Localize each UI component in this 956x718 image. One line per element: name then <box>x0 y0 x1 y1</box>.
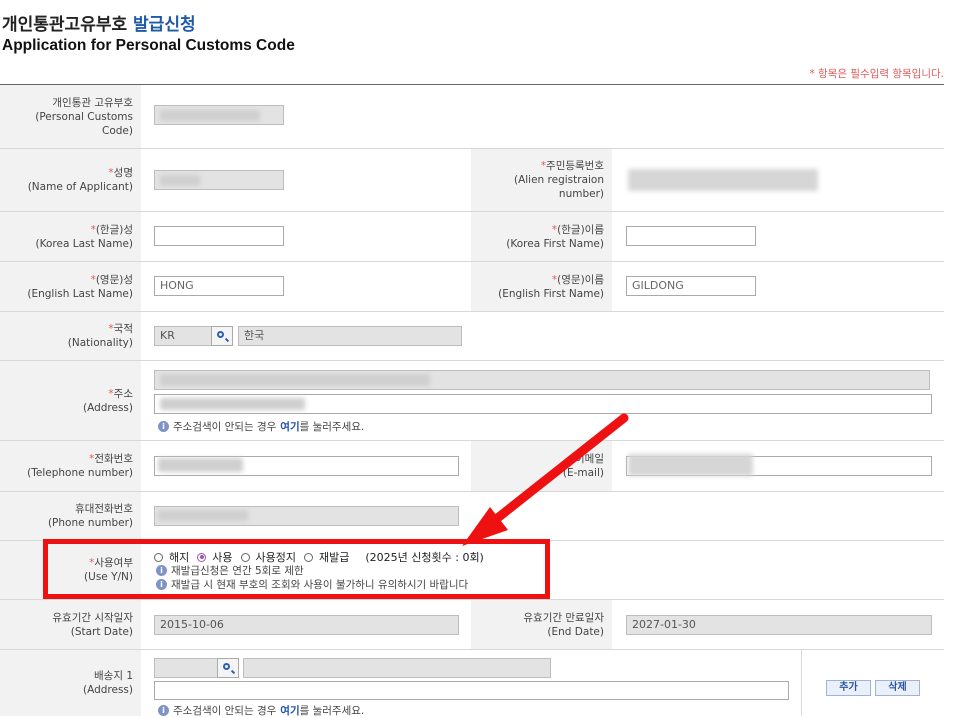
label-en: (Start Date) <box>70 625 133 638</box>
label-ko: 주소 <box>113 387 133 400</box>
row-phone: 휴대전화번호 (Phone number) <box>0 492 944 541</box>
label-korea-first: *(한글)이름 (Korea First Name) <box>471 212 612 261</box>
korea-first-name-input[interactable] <box>626 226 756 246</box>
label-en: (E-mail) <box>562 467 604 479</box>
add-delivery-button[interactable]: 추가 <box>826 680 871 696</box>
row-nationality: *국적 (Nationality) KR 한국 <box>0 312 944 361</box>
label-delivery: 배송지 1 (Address) <box>0 650 141 716</box>
help-text-end: 를 눌러주세요. <box>299 421 365 433</box>
delete-delivery-button[interactable]: 삭제 <box>875 680 920 696</box>
label-ko: (한글)이름 <box>557 223 604 236</box>
help-text: 주소검색이 안되는 경우 <box>173 421 277 433</box>
label-ko: 개인통관 고유부호 <box>52 96 133 109</box>
title-ko-main: 개인통관고유부호 <box>2 15 128 35</box>
nationality-search-button[interactable] <box>211 326 233 346</box>
korea-last-name-input[interactable] <box>154 226 284 246</box>
label-en: (Address) <box>82 401 133 414</box>
redacted-alien-reg <box>628 169 818 191</box>
row-english-name: *(영문)성 (English Last Name) HONG *(영문)이름 (E… <box>0 262 944 312</box>
highlight-box <box>43 539 550 599</box>
info-icon: i <box>158 705 169 716</box>
label-ko: 이메일 <box>575 453 604 465</box>
label-en: (Telephone number) <box>27 467 133 479</box>
label-customs-code: 개인통관 고유부호 (Personal Customs Code) <box>0 85 141 148</box>
row-customs-code: 개인통관 고유부호 (Personal Customs Code) <box>0 85 944 149</box>
redacted-telephone <box>158 458 243 472</box>
redacted-value <box>160 110 260 121</box>
redacted-phone <box>158 510 248 521</box>
row-dates: 유효기간 시작일자 (Start Date) 2015-10-06 유효기간 만료… <box>0 600 944 650</box>
label-ko: 배송지 1 <box>94 670 133 682</box>
label-en: (Phone number) <box>47 517 133 529</box>
label-ko: 성명 <box>113 167 133 179</box>
page-title-en: Application for Personal Customs Code <box>2 37 295 54</box>
row-name: *성명 (Name of Applicant) *주민등록번호 (Alien reg… <box>0 149 944 212</box>
label-en: (Korea Last Name) <box>35 237 133 250</box>
label-english-last: *(영문)성 (English Last Name) <box>0 262 141 311</box>
row-telephone: *전화번호 (Telephone number) *이메일 (E-mail) <box>0 441 944 492</box>
label-en: (English Last Name) <box>27 287 133 300</box>
info-icon: i <box>158 421 169 432</box>
label-en: (Personal Customs Code) <box>35 110 133 137</box>
address-help-note: i 주소검색이 안되는 경우 여기를 눌러주세요. <box>158 419 364 434</box>
label-korea-last: *(한글)성 (Korea Last Name) <box>0 212 141 261</box>
label-alien-reg: *주민등록번호 (Alien registraion number) <box>471 149 612 211</box>
search-icon <box>217 331 224 338</box>
delivery-zip-field <box>154 658 218 678</box>
redacted-email <box>628 454 753 476</box>
redacted-address-detail <box>160 398 305 410</box>
label-end-date: 유효기간 만료일자 (End Date) <box>471 600 612 649</box>
divider <box>801 650 802 716</box>
nationality-name-field: 한국 <box>238 326 462 346</box>
row-delivery: 배송지 1 (Address) i 주소검색이 안되는 경우 여기를 눌러주세요.… <box>0 650 944 717</box>
start-date-field: 2015-10-06 <box>154 615 459 635</box>
label-english-first: *(영문)이름 (English First Name) <box>471 262 612 311</box>
label-en: (Korea First Name) <box>506 237 604 250</box>
label-ko: 전화번호 <box>94 453 133 465</box>
label-email: *이메일 (E-mail) <box>471 441 612 491</box>
delivery-help-link[interactable]: 여기 <box>280 705 299 717</box>
label-start-date: 유효기간 시작일자 (Start Date) <box>0 600 141 649</box>
page-title-ko: 개인통관고유부호 발급신청 <box>2 10 196 35</box>
label-en: (Alien registraion number) <box>513 174 604 200</box>
delivery-search-button[interactable] <box>217 658 239 678</box>
delivery-address-field <box>243 658 551 678</box>
label-ko: (영문)이름 <box>557 273 604 286</box>
label-ko: (영문)성 <box>95 273 133 286</box>
end-date-field: 2027-01-30 <box>626 615 932 635</box>
label-en: (Name of Applicant) <box>27 181 133 193</box>
label-ko: 유효기간 만료일자 <box>523 611 604 624</box>
delivery-detail-input[interactable] <box>154 681 789 700</box>
redacted-address <box>160 374 430 386</box>
label-ko: 주민등록번호 <box>546 160 604 172</box>
label-ko: 유효기간 시작일자 <box>52 611 133 624</box>
label-ko: 국적 <box>113 323 133 335</box>
label-telephone: *전화번호 (Telephone number) <box>0 441 141 491</box>
search-icon <box>223 663 230 670</box>
redacted-value <box>160 175 200 186</box>
label-en: (English First Name) <box>498 287 604 300</box>
row-address: *주소 (Address) i 주소검색이 안되는 경우 여기를 눌러주세요. <box>0 361 944 441</box>
label-en: (Nationality) <box>67 337 133 349</box>
nationality-code-field: KR <box>154 326 212 346</box>
label-en: (End Date) <box>547 625 604 638</box>
address-help-link[interactable]: 여기 <box>280 421 299 433</box>
title-ko-accent: 발급신청 <box>133 15 196 35</box>
label-ko: 휴대전화번호 <box>75 503 133 515</box>
label-ko: (한글)성 <box>95 223 133 236</box>
required-note: * 항목은 필수입력 항목입니다. <box>809 68 944 80</box>
label-name: *성명 (Name of Applicant) <box>0 149 141 211</box>
label-nationality: *국적 (Nationality) <box>0 312 141 360</box>
help-text-end: 를 눌러주세요. <box>299 705 365 717</box>
english-first-name-input[interactable]: GILDONG <box>626 276 756 296</box>
english-last-name-input[interactable]: HONG <box>154 276 284 296</box>
label-phone: 휴대전화번호 (Phone number) <box>0 492 141 540</box>
label-en: (Address) <box>82 684 133 696</box>
label-address: *주소 (Address) <box>0 361 141 440</box>
row-korea-name: *(한글)성 (Korea Last Name) *(한글)이름 (Korea Fi… <box>0 212 944 262</box>
